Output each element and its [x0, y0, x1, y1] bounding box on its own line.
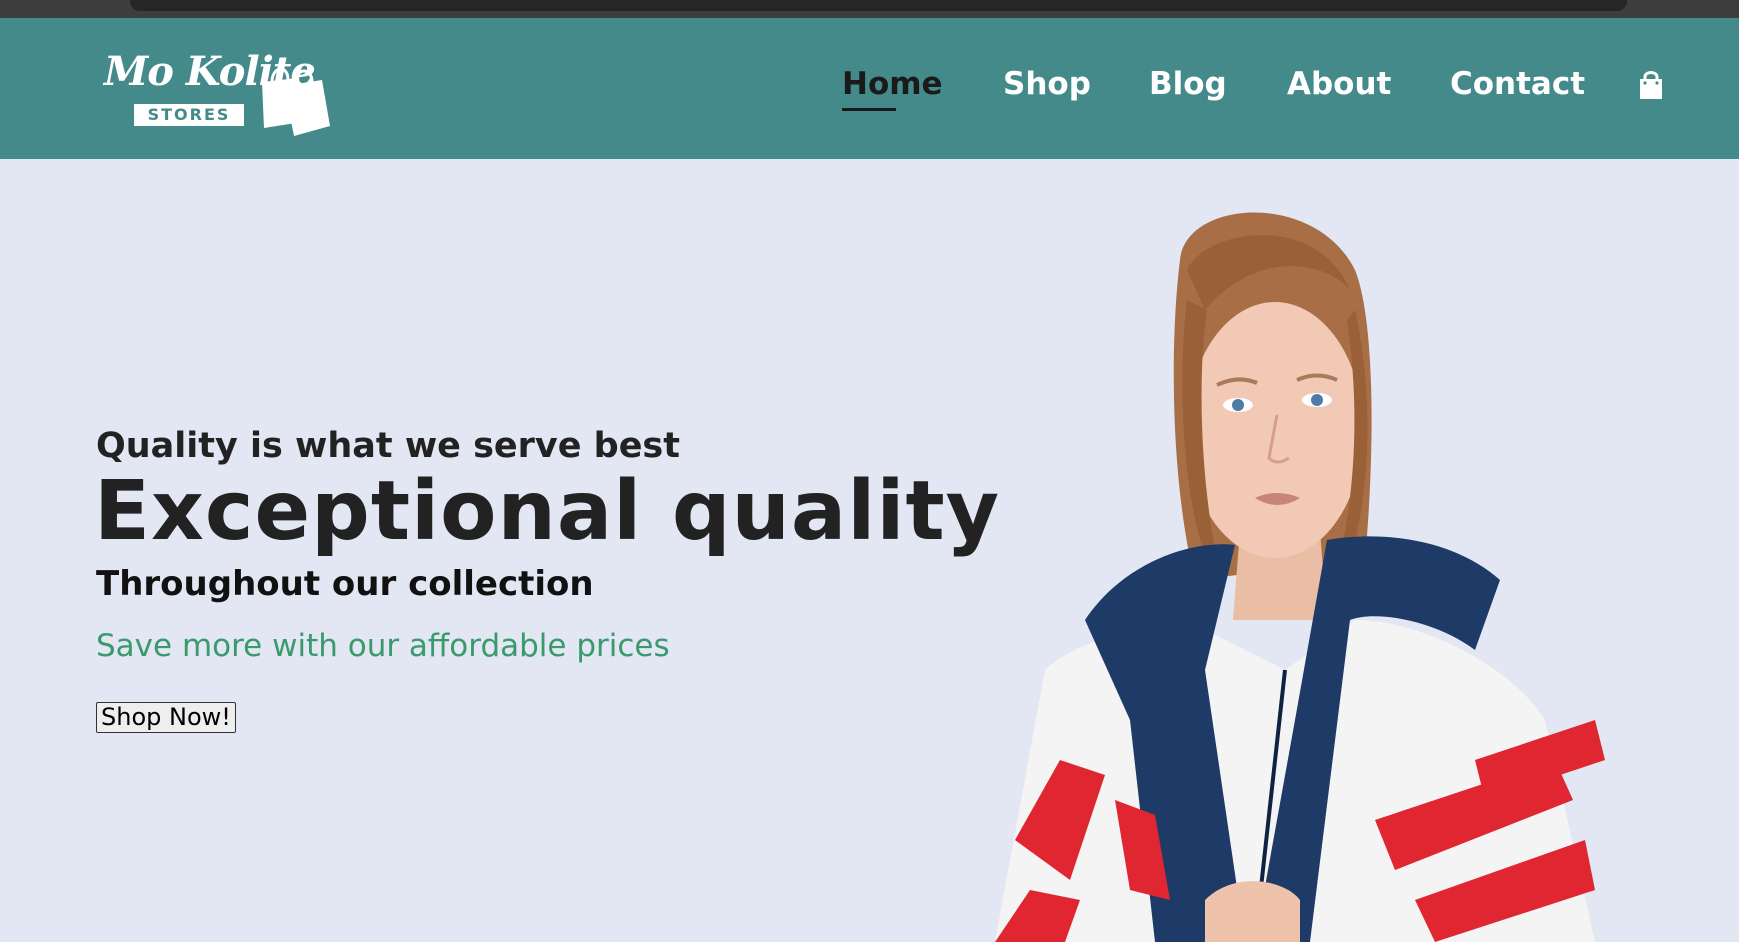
main-nav: Home Shop Blog About Contact [0, 18, 1739, 159]
site-header: Mo Kolite STORES Home Shop Blog About Co… [0, 18, 1739, 159]
hero-model-image [995, 212, 1605, 942]
hero-title: Exceptional quality [94, 464, 1001, 559]
nav-about[interactable]: About [1287, 66, 1391, 102]
nav-contact[interactable]: Contact [1450, 66, 1585, 102]
browser-top-strip [0, 0, 1739, 18]
nav-active-underline [842, 108, 896, 111]
shopping-bag-icon[interactable] [1637, 70, 1665, 102]
browser-bar [130, 0, 1627, 11]
shop-now-button[interactable]: Shop Now! [96, 702, 236, 733]
hero-tagline: Save more with our affordable prices [96, 628, 670, 664]
nav-shop[interactable]: Shop [1003, 66, 1091, 102]
hero-subheading: Quality is what we serve best [96, 426, 680, 466]
hero-title-line2: Throughout our collection [96, 564, 594, 604]
nav-blog[interactable]: Blog [1149, 66, 1227, 102]
nav-home[interactable]: Home [842, 66, 943, 102]
